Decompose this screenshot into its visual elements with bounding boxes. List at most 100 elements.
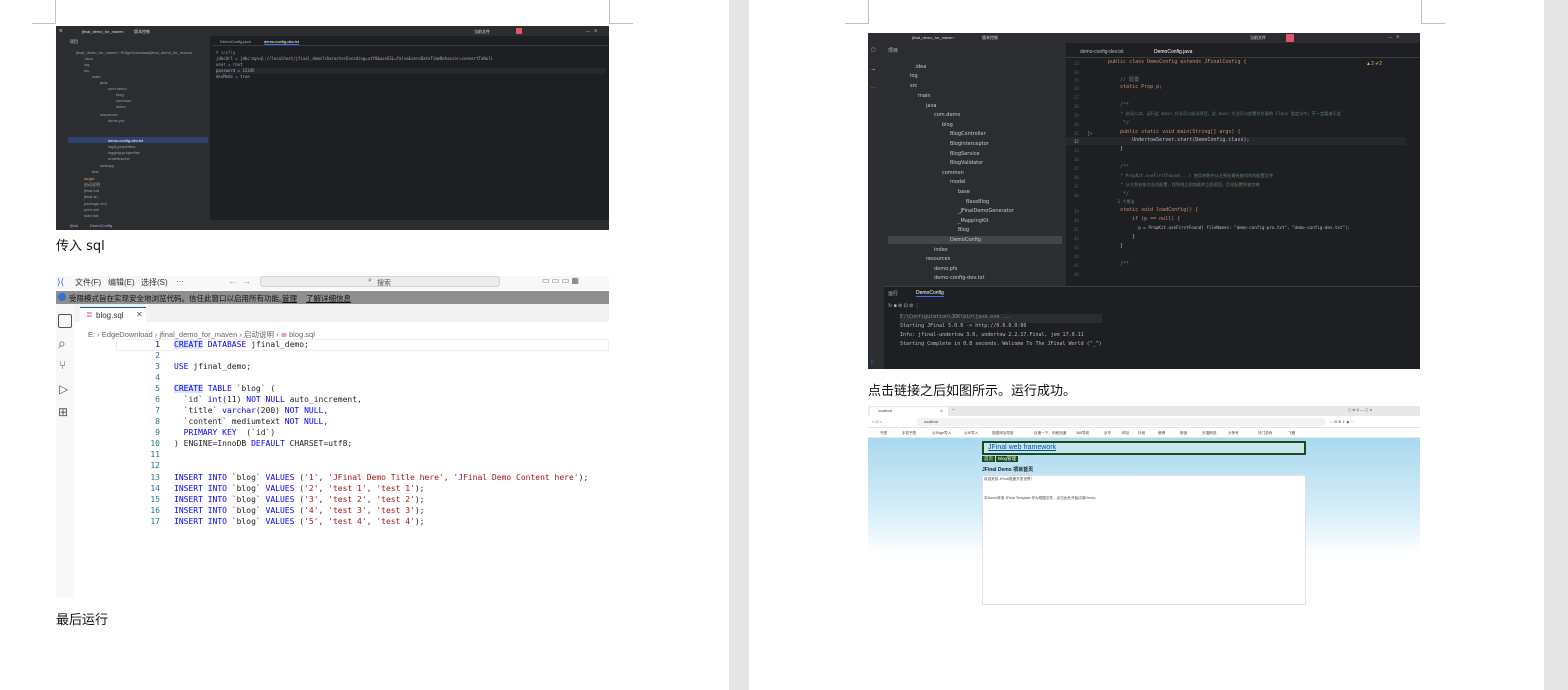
tree-item[interactable]: common bbox=[942, 170, 964, 176]
bookmark-item[interactable]: 新浪 bbox=[1180, 431, 1187, 436]
tree-item[interactable]: src bbox=[84, 68, 89, 73]
menu-edit[interactable]: 编辑(E) bbox=[108, 277, 135, 288]
tree-item[interactable]: demo.pfx bbox=[934, 266, 958, 272]
run-toolbar-icons[interactable]: ↻ ■ ⊚ ⊡ ⊘ ⋮ bbox=[888, 303, 920, 309]
bookmark-item[interactable]: 京东 bbox=[1104, 431, 1111, 436]
more-icon[interactable]: ··· bbox=[871, 85, 876, 91]
tree-item[interactable]: target bbox=[84, 176, 94, 181]
browser-tab[interactable]: localhost ✕ bbox=[870, 407, 948, 416]
tree-item[interactable]: com.demo bbox=[108, 86, 127, 91]
structure-icon[interactable]: ⊸ bbox=[871, 67, 875, 73]
project-title[interactable]: jfinal_demo_for_maven bbox=[912, 35, 954, 40]
nav-blog[interactable]: Blog管理 bbox=[996, 456, 1019, 462]
stop-icon[interactable] bbox=[516, 28, 522, 34]
branch-label[interactable]: 版本控制 bbox=[982, 35, 998, 41]
tree-item[interactable]: demo-config-dev.txt bbox=[108, 138, 143, 143]
branch-label[interactable]: 版本控制 bbox=[134, 29, 150, 35]
project-label[interactable]: 项目 bbox=[70, 39, 78, 45]
tree-item[interactable]: com.demo bbox=[934, 112, 960, 118]
tree-item[interactable]: BlogService bbox=[950, 151, 980, 157]
stop-icon[interactable] bbox=[1286, 34, 1294, 42]
breadcrumb-item[interactable]: blog.sql bbox=[289, 330, 315, 339]
breadcrumb-item[interactable]: E: bbox=[88, 330, 95, 339]
tree-item[interactable]: jfinal.bat bbox=[84, 188, 99, 193]
search-input[interactable]: ⌕ 搜索 bbox=[260, 276, 500, 287]
project-label[interactable]: 项目 bbox=[888, 47, 898, 54]
bookmark-item[interactable]: 热门游戏 bbox=[1258, 431, 1272, 436]
tree-item[interactable]: common bbox=[116, 98, 131, 103]
tree-item[interactable]: demo.pfx bbox=[108, 118, 124, 123]
explorer-icon[interactable] bbox=[58, 314, 72, 328]
tree-item[interactable]: .idea bbox=[914, 64, 926, 70]
tree-item[interactable]: main bbox=[918, 93, 931, 99]
run-tool-icon[interactable]: ▷ bbox=[871, 359, 875, 365]
window-controls[interactable]: — ✕ bbox=[586, 28, 597, 34]
breadcrumb-item[interactable]: jfinal_demo_for_maven bbox=[159, 330, 237, 339]
tree-item[interactable]: .idea bbox=[84, 56, 93, 61]
close-icon[interactable]: ✕ bbox=[940, 409, 943, 413]
bookmark-item[interactable]: 搜狐网址导航 bbox=[992, 431, 1014, 436]
folder-icon[interactable]: ▢ bbox=[871, 47, 876, 53]
tree-item[interactable]: webapp bbox=[100, 163, 114, 168]
close-icon[interactable]: ✕ bbox=[136, 310, 143, 319]
run-config[interactable]: 当前文件 bbox=[474, 29, 490, 35]
bookmark-item[interactable]: 书签 bbox=[880, 431, 887, 436]
tree-item[interactable]: java bbox=[100, 80, 107, 85]
bookmark-item[interactable]: 头条号 bbox=[1228, 431, 1239, 436]
editor-tab-active[interactable]: demo-config-dev.txt bbox=[264, 39, 299, 45]
tree-item[interactable]: log4j.properties bbox=[108, 144, 135, 149]
window-controls[interactable]: — ✕ bbox=[1388, 34, 1399, 40]
project-title[interactable]: jfinal_demo_for_maven bbox=[82, 29, 124, 34]
address-input[interactable]: localhost bbox=[916, 418, 1326, 426]
tree-item[interactable]: test bbox=[92, 169, 98, 174]
back-arrow-icon[interactable]: ← bbox=[228, 276, 237, 286]
tree-item[interactable]: index bbox=[934, 247, 948, 253]
tree-item[interactable]: Blog bbox=[958, 227, 969, 233]
tree-item[interactable]: jfinal.sh bbox=[84, 194, 98, 199]
tree-item[interactable]: log bbox=[84, 62, 89, 67]
tree-item[interactable]: start.bat bbox=[84, 213, 98, 218]
bookmark-item[interactable]: 百度一下，你就知道 bbox=[1034, 431, 1066, 436]
tree-item[interactable]: index bbox=[116, 104, 126, 109]
status-item[interactable]: jfinal bbox=[70, 223, 78, 228]
forward-arrow-icon[interactable]: → bbox=[242, 276, 251, 286]
bookmark-item[interactable]: 微博 bbox=[1158, 431, 1165, 436]
run-config[interactable]: 当前文件 bbox=[1250, 35, 1266, 41]
nav-buttons[interactable]: ‹ › C ⌂ bbox=[872, 420, 882, 424]
tree-item[interactable]: undertow.txt bbox=[108, 156, 130, 161]
tree-item[interactable]: base bbox=[958, 189, 970, 195]
tree-item[interactable]: blog bbox=[116, 92, 124, 97]
tree-item[interactable]: main bbox=[92, 74, 101, 79]
tree-item[interactable]: blog bbox=[942, 122, 953, 128]
menu-file[interactable]: 文件(F) bbox=[75, 277, 101, 288]
breadcrumb-item[interactable]: 启动说明 bbox=[244, 330, 274, 339]
toolbar-icons[interactable]: ☆ ⊟ ⊞ ↧ ◉ ··· bbox=[1330, 420, 1354, 424]
tree-item[interactable]: BaseBlog bbox=[966, 199, 989, 205]
tree-item[interactable]: jfinal_demo_for_maven ~/EdgeDownload/jfi… bbox=[76, 50, 192, 55]
tab-blog-sql[interactable]: ≣ blog.sql ✕ bbox=[80, 307, 146, 322]
editor-tab[interactable]: demo-config-dev.txt bbox=[1080, 49, 1124, 55]
tree-item[interactable]: logging.properties bbox=[108, 150, 140, 155]
status-item[interactable]: DemoConfig bbox=[90, 223, 112, 228]
banner-manage-link[interactable]: 管理 bbox=[282, 293, 297, 304]
bookmark-item[interactable]: 抖音 bbox=[1138, 431, 1145, 436]
tree-item[interactable]: BlogValidator bbox=[950, 160, 983, 166]
tree-item[interactable]: _JFinalDemoGenerator bbox=[958, 208, 1014, 214]
tree-item[interactable]: BlogController bbox=[950, 131, 986, 137]
tree-item[interactable]: src bbox=[910, 83, 917, 89]
editor-tab-active[interactable]: DemoConfig.java bbox=[1154, 49, 1192, 55]
banner-learn-link[interactable]: 了解详细信息 bbox=[306, 293, 351, 304]
tree-item[interactable]: package.xml bbox=[84, 201, 106, 206]
hamburger-icon[interactable]: ☰ bbox=[59, 28, 63, 33]
tree-item[interactable]: pom.xml bbox=[84, 207, 99, 212]
nav-home[interactable]: 首页 bbox=[982, 456, 995, 462]
tree-item[interactable]: demo-config-dev.txt bbox=[934, 275, 984, 281]
layout-icons[interactable]: ▭ ▭ ▭ ▦ bbox=[542, 276, 579, 285]
tree-item[interactable]: BlogInterceptor bbox=[950, 141, 989, 147]
tree-item[interactable]: resources bbox=[100, 112, 118, 117]
window-controls[interactable]: ▢ ⊕ ⊡ — ▢ ✕ bbox=[1348, 408, 1372, 412]
header-link[interactable]: JFinal web framework bbox=[988, 444, 1056, 451]
tree-item[interactable]: resources bbox=[926, 256, 950, 262]
bookmark-item[interactable]: 手机书签 bbox=[902, 431, 916, 436]
bookmark-item[interactable]: 从IE导入 bbox=[964, 431, 978, 436]
